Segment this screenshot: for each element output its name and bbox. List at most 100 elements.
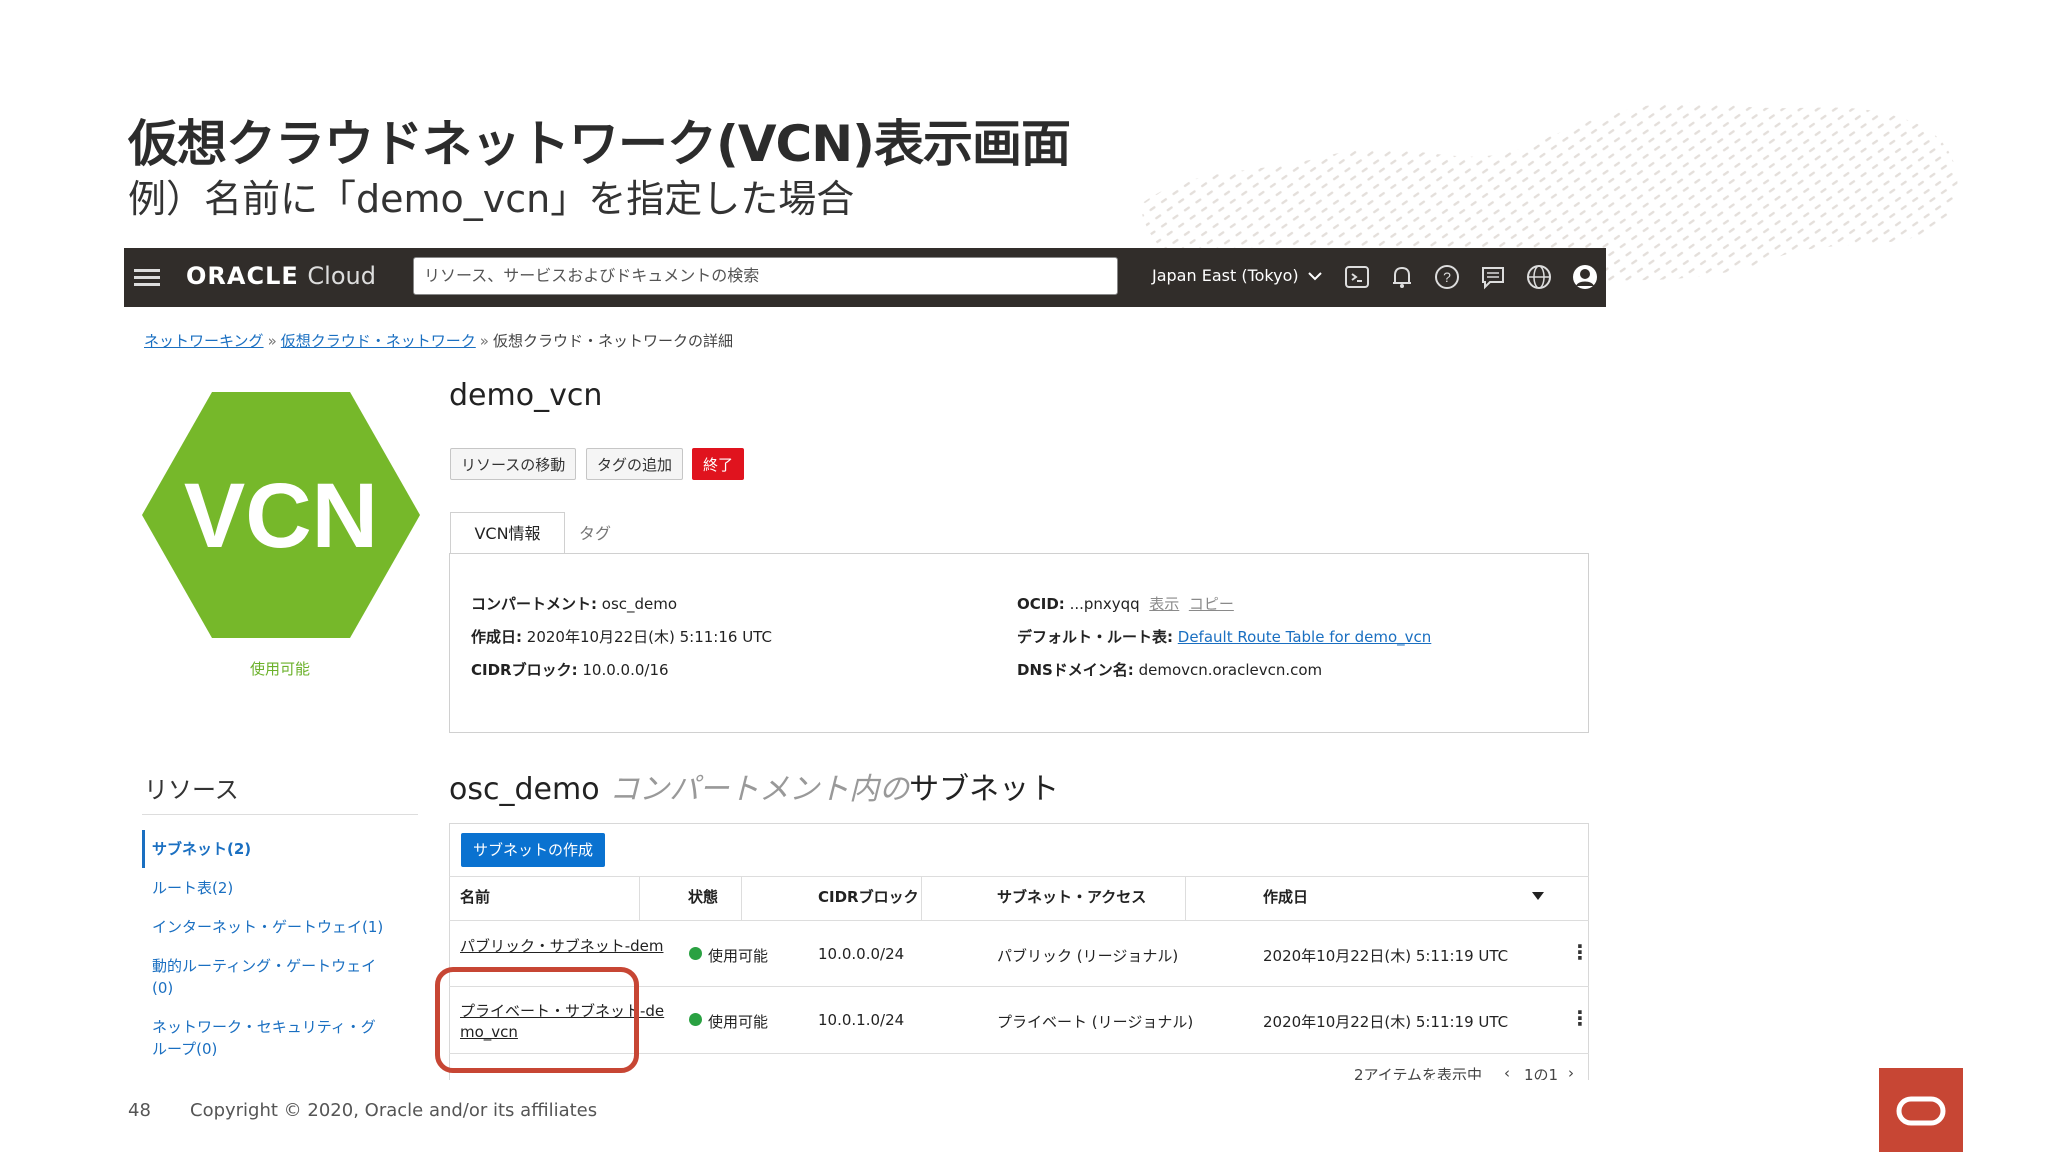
svg-text:?: ?	[1443, 269, 1451, 285]
subnets-heading-middle: コンパートメント内の	[609, 772, 910, 807]
divider	[1185, 876, 1186, 920]
highlight-annotation	[435, 967, 639, 1073]
route-table-label: デフォルト・ルート表:	[1017, 628, 1173, 646]
sidebar-item-nsg-count[interactable]: ループ(0)	[152, 1038, 217, 1060]
pager-next-icon[interactable]: ›	[1568, 1064, 1574, 1080]
subnets-heading-end: サブネット	[909, 772, 1060, 807]
divider	[142, 814, 418, 815]
pager-prev-icon[interactable]: ‹	[1504, 1064, 1510, 1080]
breadcrumb-separator: »	[267, 332, 277, 350]
sidebar-item-internet-gateways[interactable]: インターネット・ゲートウェイ(1)	[152, 916, 383, 938]
cidr-label: CIDRブロック:	[471, 661, 578, 679]
pager-pages: 1の1	[1524, 1066, 1559, 1080]
move-resource-button[interactable]: リソースの移動	[450, 448, 577, 480]
column-header-name[interactable]: 名前	[460, 886, 490, 907]
created-label: 作成日:	[471, 628, 522, 646]
row-actions-icon[interactable]: ⋮	[1570, 940, 1590, 964]
subnet-private-access: プライベート (リージョナル)	[997, 1013, 1194, 1031]
breadcrumb-networking[interactable]: ネットワーキング	[144, 332, 264, 350]
help-icon[interactable]: ?	[1432, 262, 1462, 292]
subnet-public-created: 2020年10月22日(木) 5:11:19 UTC	[1263, 947, 1509, 965]
chat-icon[interactable]	[1478, 262, 1508, 292]
cidr-field: CIDRブロック: 10.0.0.0/16	[471, 659, 669, 680]
subnet-public-status: 使用可能	[708, 947, 769, 965]
user-icon[interactable]	[1570, 262, 1600, 292]
route-table-field: デフォルト・ルート表: Default Route Table for demo…	[1017, 626, 1431, 647]
created-field: 作成日: 2020年10月22日(木) 5:11:16 UTC	[471, 626, 772, 647]
subnet-public-link[interactable]: パブリック・サブネット-dem	[460, 935, 663, 956]
subnet-public-cidr: 10.0.0.0/24	[818, 945, 905, 963]
create-subnet-button[interactable]: サブネットの作成	[461, 833, 606, 867]
globe-icon[interactable]	[1524, 262, 1554, 292]
sidebar-item-route-tables[interactable]: ルート表(2)	[152, 877, 233, 899]
row-actions-icon[interactable]: ⋮	[1570, 1006, 1590, 1030]
page-number: 48	[128, 1100, 151, 1121]
breadcrumb-separator: »	[479, 332, 489, 350]
column-header-cidr[interactable]: CIDRブロック	[818, 886, 919, 907]
ocid-copy-link[interactable]: コピー	[1189, 595, 1234, 613]
sort-down-icon[interactable]	[1532, 892, 1544, 900]
breadcrumb-vcn-list[interactable]: 仮想クラウド・ネットワーク	[281, 332, 476, 350]
ocid-show-link[interactable]: 表示	[1149, 595, 1179, 613]
oracle-logo	[1879, 1068, 1963, 1152]
console-screenshot: ORACLE Cloud リソース、サービスおよびドキュメントの検索 Japan…	[124, 248, 1606, 1080]
column-header-created[interactable]: 作成日	[1263, 886, 1308, 907]
vcn-name-heading: demo_vcn	[449, 378, 603, 413]
oracle-cloud-logo[interactable]: ORACLE Cloud	[186, 262, 376, 290]
divider	[449, 876, 1589, 877]
sidebar-item-drg-count[interactable]: (0)	[152, 977, 173, 999]
compartment-value: osc_demo	[601, 595, 678, 613]
dns-label: DNSドメイン名:	[1017, 661, 1134, 679]
subnet-private-status: 使用可能	[708, 1013, 769, 1031]
console-topbar: ORACLE Cloud リソース、サービスおよびドキュメントの検索 Japan…	[124, 248, 1606, 307]
subnet-private-created: 2020年10月22日(木) 5:11:19 UTC	[1263, 1013, 1509, 1031]
dns-value: demovcn.oraclevcn.com	[1138, 661, 1323, 679]
ocid-label: OCID:	[1017, 595, 1065, 613]
resources-heading: リソース	[144, 776, 239, 804]
divider	[921, 876, 922, 920]
created-value: 2020年10月22日(木) 5:11:16 UTC	[526, 628, 772, 646]
cloud-wordmark: Cloud	[307, 262, 376, 290]
compartment-field: コンパートメント: osc_demo	[471, 593, 677, 614]
chevron-down-icon	[1307, 272, 1322, 281]
slide-title: 仮想クラウドネットワーク(VCN)表示画面	[128, 115, 1071, 173]
route-table-link[interactable]: Default Route Table for demo_vcn	[1178, 628, 1432, 646]
search-input[interactable]: リソース、サービスおよびドキュメントの検索	[413, 257, 1118, 295]
bell-icon[interactable]	[1387, 262, 1417, 292]
subnets-heading: osc_demo コンパートメント内のサブネット	[449, 764, 1059, 808]
oracle-wordmark: ORACLE	[186, 262, 299, 290]
region-selector[interactable]: Japan East (Tokyo)	[1152, 266, 1322, 285]
region-label: Japan East (Tokyo)	[1152, 266, 1299, 285]
ocid-value: ...pnxyqq	[1069, 595, 1140, 613]
divider	[449, 920, 1589, 921]
breadcrumb: ネットワーキング» 仮想クラウド・ネットワーク» 仮想クラウド・ネットワークの詳細	[144, 330, 733, 351]
vcn-hexagon-icon: VCN	[142, 392, 420, 638]
divider	[639, 876, 640, 920]
menu-icon[interactable]	[134, 265, 160, 289]
tab-vcn-info[interactable]: VCN情報	[450, 512, 565, 554]
add-tags-button[interactable]: タグの追加	[586, 448, 684, 480]
slide-subtitle: 例）名前に「demo_vcn」を指定した場合	[128, 177, 855, 221]
active-indicator	[142, 830, 145, 868]
column-header-status[interactable]: 状態	[688, 886, 718, 907]
vcn-badge-text: VCN	[184, 465, 378, 567]
ocid-field: OCID: ...pnxyqq 表示 コピー	[1017, 593, 1234, 614]
compartment-label: コンパートメント:	[471, 595, 597, 613]
tab-tags[interactable]: タグ	[579, 520, 611, 544]
status-available-icon	[689, 1013, 702, 1026]
subnets-compartment: osc_demo	[449, 772, 600, 807]
divider	[741, 876, 742, 920]
copyright-text: Copyright © 2020, Oracle and/or its affi…	[190, 1100, 598, 1121]
cidr-value: 10.0.0.0/16	[582, 661, 669, 679]
terminate-button[interactable]: 終了	[692, 448, 745, 480]
subnet-public-access: パブリック (リージョナル)	[997, 947, 1179, 965]
sidebar-item-drg[interactable]: 動的ルーティング・ゲートウェイ	[152, 955, 376, 977]
sidebar-item-subnets[interactable]: サブネット(2)	[152, 838, 251, 860]
pager-count: 2アイテムを表示中	[1354, 1066, 1483, 1080]
cloud-shell-icon[interactable]	[1342, 262, 1372, 292]
sidebar-item-nsg[interactable]: ネットワーク・セキュリティ・グ	[152, 1016, 376, 1038]
breadcrumb-current: 仮想クラウド・ネットワークの詳細	[492, 332, 733, 350]
column-header-access[interactable]: サブネット・アクセス	[997, 886, 1146, 907]
subnet-private-cidr: 10.0.1.0/24	[818, 1011, 905, 1029]
dns-field: DNSドメイン名: demovcn.oraclevcn.com	[1017, 659, 1322, 680]
